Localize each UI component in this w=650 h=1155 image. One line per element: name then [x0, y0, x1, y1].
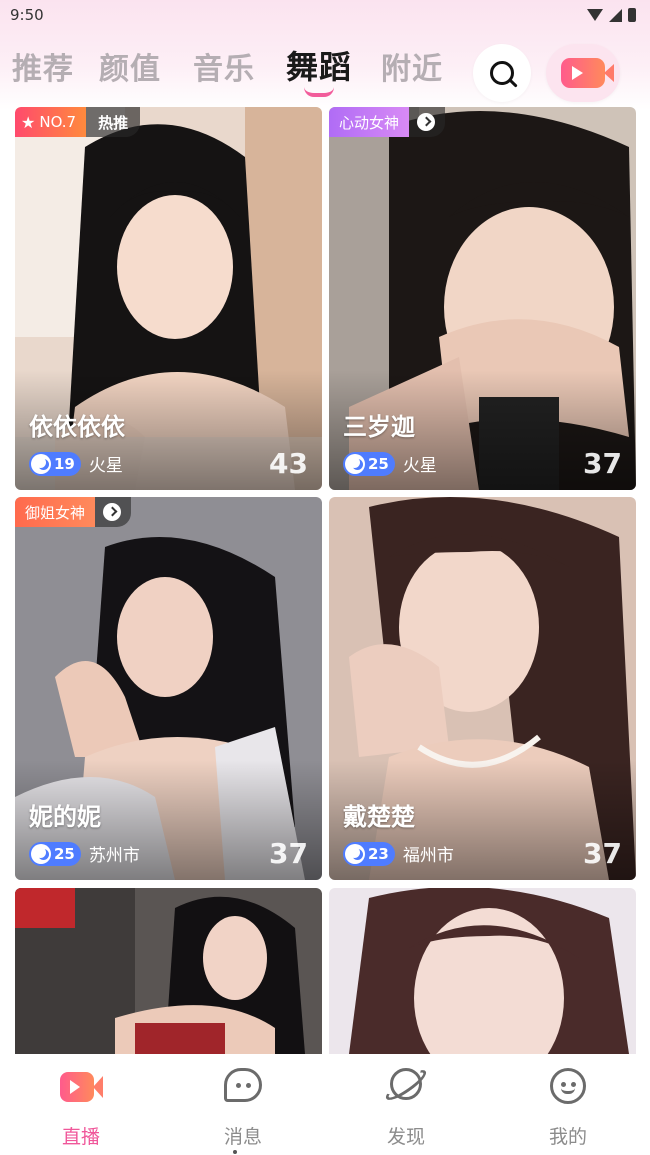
battery-icon — [628, 8, 636, 22]
streamer-photo — [15, 888, 322, 1054]
chevron-right-icon — [417, 113, 436, 131]
streamer-meta: 25 火星 — [343, 451, 437, 476]
bottom-navigation: 直播 消息 发现 我的 — [0, 1054, 650, 1155]
home-indicator — [233, 1150, 237, 1154]
moon-icon — [345, 843, 365, 864]
viewer-count: 37 — [583, 837, 622, 870]
level-value: 23 — [368, 844, 389, 863]
chevron-right-icon — [103, 503, 122, 521]
viewer-count: 37 — [583, 447, 622, 480]
star-icon: ★ — [21, 112, 36, 132]
live-card[interactable] — [329, 888, 636, 1054]
tab-recommend[interactable]: 推荐 — [12, 44, 74, 88]
streamer-photo — [329, 888, 636, 1054]
cell-signal-icon — [609, 8, 622, 22]
city-label: 火星 — [88, 456, 123, 476]
tag-badge: 御姐女神 — [15, 497, 96, 527]
live-card[interactable] — [15, 888, 322, 1054]
viewer-count: 37 — [269, 837, 308, 870]
streamer-name: 三岁迦 — [343, 413, 415, 441]
live-card[interactable]: 御姐女神 妮的妮 25 苏州市 37 — [15, 497, 322, 880]
tab-dance[interactable]: 舞蹈 — [286, 42, 352, 88]
tag-arrow-button[interactable] — [95, 497, 132, 527]
card-badges: 御姐女神 — [15, 497, 132, 527]
moon-icon — [345, 453, 365, 474]
video-camera-icon — [561, 58, 614, 88]
profile-face-icon — [546, 1066, 590, 1106]
rank-badge: ★ NO.7 — [15, 107, 87, 137]
nav-label-discover: 发现 — [386, 1126, 425, 1148]
level-badge: 25 — [343, 451, 395, 476]
tab-music[interactable]: 音乐 — [193, 44, 255, 88]
nav-label-live: 直播 — [61, 1126, 100, 1148]
live-card[interactable]: ★ NO.7 热推 依依依依 19 火星 43 — [15, 107, 322, 490]
search-icon — [490, 61, 514, 85]
level-badge: 25 — [29, 841, 81, 866]
level-value: 25 — [368, 454, 389, 473]
tab-looks[interactable]: 颜值 — [99, 44, 161, 88]
message-bubble-icon — [221, 1066, 265, 1106]
level-badge: 19 — [29, 451, 81, 476]
nav-label-profile: 我的 — [548, 1126, 587, 1148]
streamer-name: 戴楚楚 — [343, 803, 415, 831]
viewer-count: 43 — [269, 447, 308, 480]
search-button[interactable] — [473, 44, 531, 102]
tag-badge: 心动女神 — [329, 107, 410, 137]
rank-label: NO.7 — [39, 113, 77, 131]
category-tabs: 推荐 颜值 音乐 舞蹈 附近 — [0, 36, 650, 102]
live-card[interactable]: 戴楚楚 23 福州市 37 — [329, 497, 636, 880]
level-value: 19 — [54, 454, 75, 473]
card-badges: 心动女神 — [329, 107, 446, 137]
nav-item-discover[interactable]: 发现 — [346, 1065, 466, 1150]
nav-label-messages: 消息 — [223, 1126, 262, 1148]
city-label: 苏州市 — [88, 846, 140, 866]
wifi-icon — [587, 9, 603, 21]
city-label: 福州市 — [402, 846, 454, 866]
level-value: 25 — [54, 844, 75, 863]
status-bar: 9:50 — [0, 0, 650, 30]
nav-item-messages[interactable]: 消息 — [183, 1066, 303, 1150]
streamer-name: 依依依依 — [29, 413, 125, 441]
tag-arrow-button[interactable] — [409, 107, 446, 137]
nav-item-live[interactable]: 直播 — [21, 1066, 141, 1150]
status-icons — [587, 8, 636, 22]
streamer-meta: 23 福州市 — [343, 841, 454, 866]
hot-badge: 热推 — [86, 107, 141, 137]
nav-item-profile[interactable]: 我的 — [508, 1066, 628, 1150]
card-badges: ★ NO.7 热推 — [15, 107, 141, 137]
live-video-icon — [59, 1066, 103, 1106]
city-label: 火星 — [402, 456, 437, 476]
status-time: 9:50 — [10, 6, 44, 24]
moon-icon — [31, 453, 51, 474]
level-badge: 23 — [343, 841, 395, 866]
tab-nearby[interactable]: 附近 — [381, 44, 443, 88]
active-tab-indicator — [304, 87, 334, 97]
streamer-meta: 19 火星 — [29, 451, 123, 476]
planet-icon — [382, 1065, 430, 1106]
moon-icon — [31, 843, 51, 864]
live-card[interactable]: 心动女神 三岁迦 25 火星 37 — [329, 107, 636, 490]
streamer-meta: 25 苏州市 — [29, 841, 140, 866]
go-live-button[interactable] — [546, 44, 620, 102]
streamer-name: 妮的妮 — [29, 803, 101, 831]
